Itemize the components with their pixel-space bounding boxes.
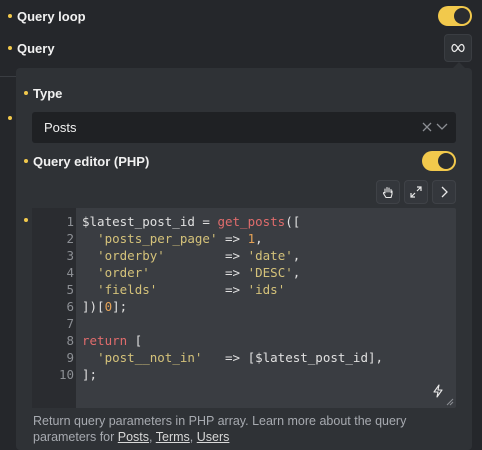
indicator-dot — [8, 46, 12, 50]
bolt-icon[interactable] — [432, 384, 444, 398]
chevron-down-icon[interactable] — [436, 123, 448, 131]
code-content[interactable]: $latest_post_id = get_posts([ 'posts_per… — [82, 213, 383, 383]
code-line: ]; — [82, 367, 98, 382]
chevron-right-icon — [441, 186, 448, 198]
resize-handle-icon[interactable] — [446, 398, 454, 406]
line-number-gutter: 1 2 3 4 5 6 7 8 9 10 — [32, 208, 76, 408]
code-line: ])[0]; — [82, 299, 128, 314]
query-editor-toggle[interactable] — [422, 151, 456, 171]
pan-button[interactable] — [376, 180, 400, 204]
users-link[interactable]: Users — [197, 430, 230, 444]
code-line: 'order' => 'DESC', — [97, 265, 301, 280]
indicator-dot — [8, 14, 12, 18]
query-loop-label: Query loop — [17, 8, 86, 24]
query-row: Query — [0, 38, 55, 58]
clear-icon[interactable] — [422, 122, 432, 132]
indicator-dot — [8, 116, 12, 120]
code-line: return [ — [82, 333, 143, 348]
indicator-dot — [24, 218, 28, 222]
type-row: Type — [0, 84, 62, 102]
line-numbers: 1 2 3 4 5 6 7 8 9 10 — [58, 214, 74, 382]
indicator-dot — [24, 91, 28, 95]
divider — [0, 76, 16, 77]
terms-link[interactable]: Terms — [156, 430, 190, 444]
expand-icon — [410, 186, 422, 198]
code-line: 'post__not_in' => [$latest_post_id], — [97, 350, 384, 365]
query-settings-button[interactable] — [444, 34, 472, 62]
posts-link[interactable]: Posts — [118, 430, 149, 444]
next-button[interactable] — [432, 180, 456, 204]
type-select-value: Posts — [44, 120, 77, 135]
code-editor[interactable]: 1 2 3 4 5 6 7 8 9 10 $latest_post_id = get_posts(… — [32, 208, 456, 408]
query-label: Query — [17, 40, 55, 56]
query-editor-label: Query editor (PHP) — [33, 153, 150, 169]
type-label: Type — [33, 85, 63, 101]
query-loop-row: Query loop — [0, 6, 86, 26]
query-loop-toggle[interactable] — [438, 6, 472, 26]
code-line: $latest_post_id = get_posts([ — [82, 214, 301, 229]
code-line: 'orderby' => 'date', — [97, 248, 301, 263]
code-line: 'posts_per_page' => 1, — [97, 231, 263, 246]
hand-icon — [382, 186, 393, 198]
query-editor-row: Query editor (PHP) — [0, 152, 149, 170]
expand-button[interactable] — [404, 180, 428, 204]
code-line: 'fields' => 'ids' — [97, 282, 286, 297]
indicator-dot — [24, 159, 28, 163]
help-text: Return query parameters in PHP array. Le… — [33, 414, 407, 444]
infinity-icon — [451, 43, 465, 53]
type-select[interactable]: Posts — [32, 112, 456, 143]
